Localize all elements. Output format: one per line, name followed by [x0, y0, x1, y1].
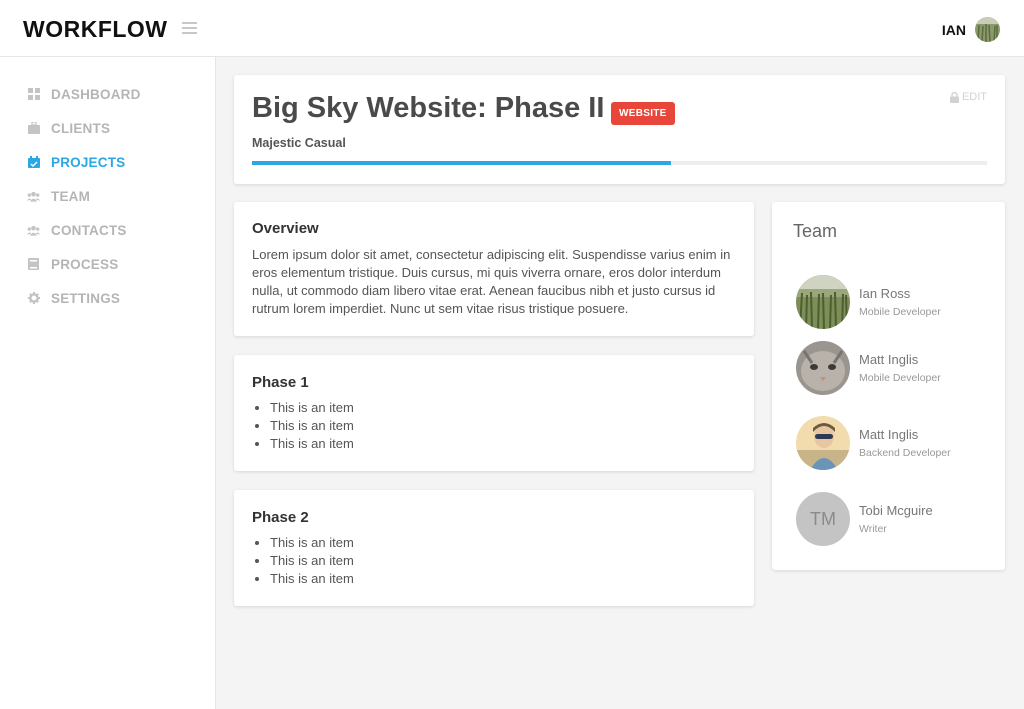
sidebar-item-contacts[interactable]: CONTACTS	[0, 213, 215, 247]
briefcase-icon	[27, 122, 40, 135]
user-menu[interactable]: IAN	[942, 17, 1000, 42]
phase-item-list: This is an item This is an item This is …	[252, 534, 736, 588]
team-member[interactable]: Ian Ross Mobile Developer	[796, 275, 941, 329]
project-type-badge: WEBSITE	[611, 102, 675, 125]
users-icon	[27, 190, 40, 203]
member-name: Tobi Mcguire	[859, 503, 933, 518]
sidebar-item-process[interactable]: PROCESS	[0, 247, 215, 281]
member-role: Writer	[859, 523, 887, 535]
member-name: Matt Inglis	[859, 352, 919, 367]
sidebar-item-clients[interactable]: CLIENTS	[0, 111, 215, 145]
calendar-icon	[27, 156, 40, 169]
overview-title: Overview	[252, 220, 319, 237]
edit-button[interactable]: EDIT	[949, 91, 987, 103]
team-title: Team	[793, 221, 838, 241]
page-title: Big Sky Website: Phase II	[252, 92, 605, 124]
phase-title: Phase 2	[252, 509, 309, 526]
sidebar-item-label: TEAM	[51, 188, 91, 204]
sidebar-item-label: PROCESS	[51, 256, 119, 272]
list-item: This is an item	[270, 417, 736, 435]
lock-icon	[949, 91, 959, 103]
users-icon	[27, 224, 40, 237]
sidebar-item-projects[interactable]: PROJECTS	[0, 145, 215, 179]
list-item: This is an item	[270, 570, 736, 588]
team-card: Team Ian Ross Mobile Developer Matt Ingl…	[772, 202, 1005, 570]
progress-fill	[252, 161, 671, 165]
sidebar: DASHBOARD CLIENTS PROJECTS TEAM CONTACTS…	[0, 57, 216, 709]
book-icon	[27, 258, 40, 271]
member-avatar	[796, 275, 850, 329]
client-name[interactable]: Majestic Casual	[252, 136, 346, 150]
phase-card: Phase 1 This is an item This is an item …	[234, 355, 754, 471]
member-name: Matt Inglis	[859, 427, 919, 442]
list-item: This is an item	[270, 399, 736, 417]
team-member[interactable]: Matt Inglis Backend Developer	[796, 416, 951, 470]
edit-label: EDIT	[961, 91, 987, 103]
member-role: Mobile Developer	[859, 372, 941, 384]
member-avatar: TM	[796, 492, 850, 546]
sidebar-item-label: PROJECTS	[51, 154, 126, 170]
user-avatar	[975, 17, 1000, 42]
sidebar-item-label: CLIENTS	[51, 120, 111, 136]
member-avatar	[796, 416, 850, 470]
top-bar: WORKFLOW IAN	[0, 0, 1024, 57]
menu-toggle-icon[interactable]	[182, 22, 197, 35]
team-member[interactable]: TM Tobi Mcguire Writer	[796, 492, 933, 546]
sidebar-item-settings[interactable]: SETTINGS	[0, 281, 215, 315]
phase-title: Phase 1	[252, 374, 309, 391]
member-name: Ian Ross	[859, 286, 911, 301]
sidebar-item-label: DASHBOARD	[51, 86, 141, 102]
phase-item-list: This is an item This is an item This is …	[252, 399, 736, 453]
team-member[interactable]: Matt Inglis Mobile Developer	[796, 341, 941, 395]
list-item: This is an item	[270, 534, 736, 552]
gear-icon	[27, 292, 40, 305]
overview-card: Overview Lorem ipsum dolor sit amet, con…	[234, 202, 754, 336]
sidebar-item-team[interactable]: TEAM	[0, 179, 215, 213]
grid-icon	[27, 88, 40, 101]
sidebar-item-label: SETTINGS	[51, 290, 121, 306]
sidebar-item-label: CONTACTS	[51, 222, 127, 238]
user-name: IAN	[941, 21, 966, 38]
project-progress-bar	[252, 161, 987, 165]
list-item: This is an item	[270, 552, 736, 570]
sidebar-item-dashboard[interactable]: DASHBOARD	[0, 77, 215, 111]
phase-card: Phase 2 This is an item This is an item …	[234, 490, 754, 606]
member-role: Mobile Developer	[859, 306, 941, 318]
overview-text: Lorem ipsum dolor sit amet, consectetur …	[252, 247, 731, 316]
member-role: Backend Developer	[859, 447, 951, 459]
member-avatar	[796, 341, 850, 395]
list-item: This is an item	[270, 435, 736, 453]
app-logo[interactable]: WORKFLOW	[23, 16, 168, 43]
project-header-card: Big Sky Website: Phase II WEBSITE Majest…	[234, 75, 1005, 184]
